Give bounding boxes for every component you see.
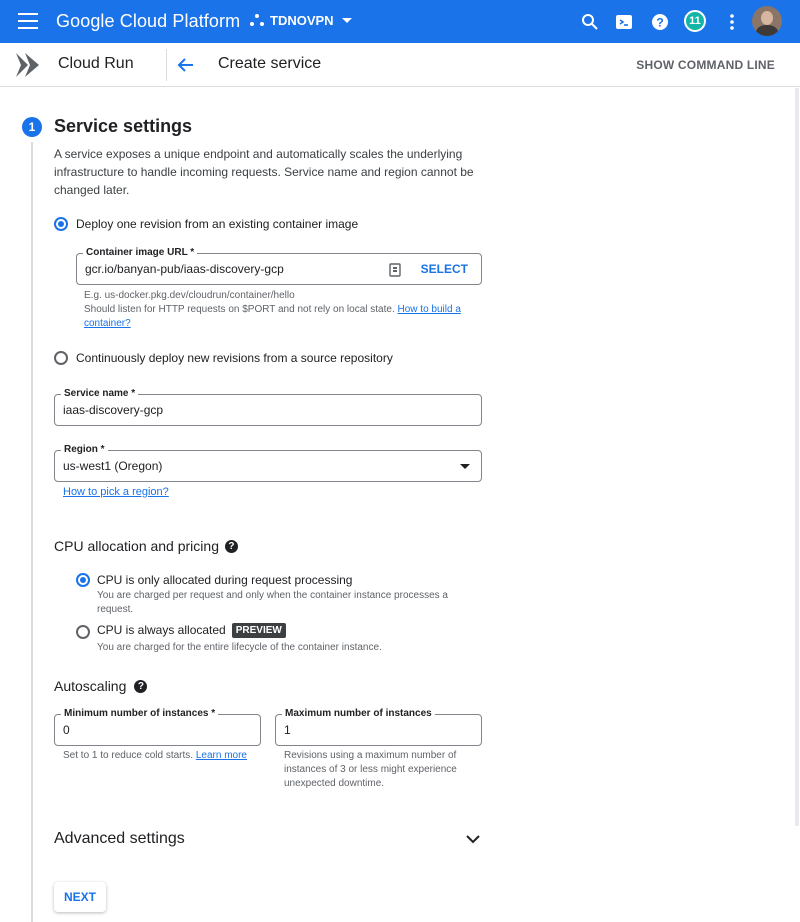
how-to-pick-region-link[interactable]: How to pick a region? (63, 486, 169, 498)
max-instances-hint: Revisions using a maximum number of inst… (284, 750, 457, 789)
min-instances-hint: Set to 1 to reduce cold starts. Learn mo… (63, 749, 253, 763)
help-icon[interactable]: ? (650, 12, 670, 32)
min-instances-hint-text: Set to 1 to reduce cold starts. (63, 750, 194, 761)
cpu-request-only-radio[interactable] (76, 573, 90, 587)
search-icon[interactable] (580, 12, 600, 32)
notifications-badge[interactable]: 11 (684, 10, 706, 32)
chevron-down-icon[interactable] (465, 833, 481, 845)
autoscaling-title: Autoscaling (54, 678, 127, 694)
menu-icon[interactable] (18, 13, 38, 29)
max-instances-value[interactable]: 1 (284, 723, 291, 737)
cpu-always-label: CPU is always allocated (97, 623, 226, 637)
more-vert-icon[interactable] (722, 12, 742, 32)
region-value[interactable]: us-west1 (Oregon) (63, 459, 162, 473)
cpu-request-only-hint: You are charged per request and only whe… (97, 590, 448, 615)
preview-badge: PREVIEW (231, 623, 286, 638)
region-label: Region * (61, 444, 108, 456)
cpu-help-icon[interactable]: ? (224, 539, 238, 553)
header-divider (166, 49, 167, 81)
cpu-always-radio[interactable] (76, 625, 90, 639)
step-number-badge: 1 (22, 117, 42, 137)
svg-text:?: ? (656, 16, 663, 30)
project-dots-icon (250, 13, 264, 28)
image-url-listen-hint: Should listen for HTTP requests on $PORT… (84, 303, 464, 331)
region-help: How to pick a region? (63, 485, 169, 499)
cpu-always-hint: You are charged for the entire lifecycle… (97, 642, 382, 653)
page-title: Create service (218, 55, 322, 72)
product-title: Cloud Run (58, 55, 134, 72)
brand-title[interactable]: Google Cloud Platform (56, 11, 240, 32)
section-description: A service exposes a unique endpoint and … (54, 147, 474, 197)
step-connector-line (31, 142, 33, 922)
container-image-url-value[interactable]: gcr.io/banyan-pub/iaas-discovery-gcp (85, 262, 284, 276)
service-name-field[interactable]: Service name * iaas-discovery-gcp (54, 388, 482, 426)
autoscaling-help-icon[interactable]: ? (134, 679, 148, 693)
autoscaling-heading: Autoscaling ? (54, 678, 148, 694)
top-app-bar: Google Cloud Platform TDNOVPN ? 11 (0, 0, 800, 43)
cloud-shell-icon[interactable] (614, 12, 634, 32)
cpu-allocation-title: CPU allocation and pricing (54, 538, 219, 554)
cpu-always-label-wrap[interactable]: CPU is always allocated PREVIEW (97, 623, 286, 638)
cpu-request-only-label[interactable]: CPU is only allocated during request pro… (97, 573, 352, 587)
project-name: TDNOVPN (270, 13, 334, 28)
listen-hint-text: Should listen for HTTP requests on $PORT… (84, 304, 395, 315)
service-name-value[interactable]: iaas-discovery-gcp (63, 403, 163, 417)
next-button[interactable]: NEXT (54, 882, 106, 912)
caret-down-icon (341, 18, 352, 23)
learn-more-link[interactable]: Learn more (196, 750, 247, 761)
max-instances-field[interactable]: Maximum number of instances 1 (275, 708, 482, 746)
deploy-existing-image-radio[interactable] (54, 217, 68, 231)
section-title: Service settings (54, 116, 193, 136)
continuous-deploy-label[interactable]: Continuously deploy new revisions from a… (76, 351, 393, 365)
scrollbar[interactable] (795, 88, 799, 826)
cloud-run-logo-icon (16, 53, 39, 77)
continuous-deploy-radio[interactable] (54, 351, 68, 365)
container-image-url-field[interactable]: Container image URL * gcr.io/banyan-pub/… (76, 247, 482, 285)
back-arrow-icon[interactable] (176, 55, 196, 75)
container-image-url-label: Container image URL * (83, 247, 198, 259)
select-image-button[interactable]: SELECT (421, 262, 468, 276)
region-select[interactable]: Region * us-west1 (Oregon) (54, 444, 482, 482)
min-instances-label: Minimum number of instances * (61, 708, 219, 720)
avatar[interactable] (752, 6, 782, 36)
show-command-line-button[interactable]: SHOW COMMAND LINE (636, 58, 775, 72)
service-name-label: Service name * (61, 388, 139, 400)
project-selector[interactable]: TDNOVPN (250, 13, 352, 28)
product-header: Cloud Run Create service SHOW COMMAND LI… (0, 43, 800, 87)
image-url-example-hint: E.g. us-docker.pkg.dev/cloudrun/containe… (84, 290, 295, 301)
min-instances-value[interactable]: 0 (63, 723, 70, 737)
clipboard-icon[interactable] (389, 263, 401, 277)
deploy-existing-image-label[interactable]: Deploy one revision from an existing con… (76, 217, 358, 231)
dropdown-arrow-icon[interactable] (460, 464, 470, 469)
max-instances-label: Maximum number of instances (282, 708, 435, 720)
cpu-allocation-heading: CPU allocation and pricing ? (54, 538, 238, 554)
min-instances-field[interactable]: Minimum number of instances * 0 (54, 708, 261, 746)
advanced-settings-title[interactable]: Advanced settings (54, 830, 185, 848)
